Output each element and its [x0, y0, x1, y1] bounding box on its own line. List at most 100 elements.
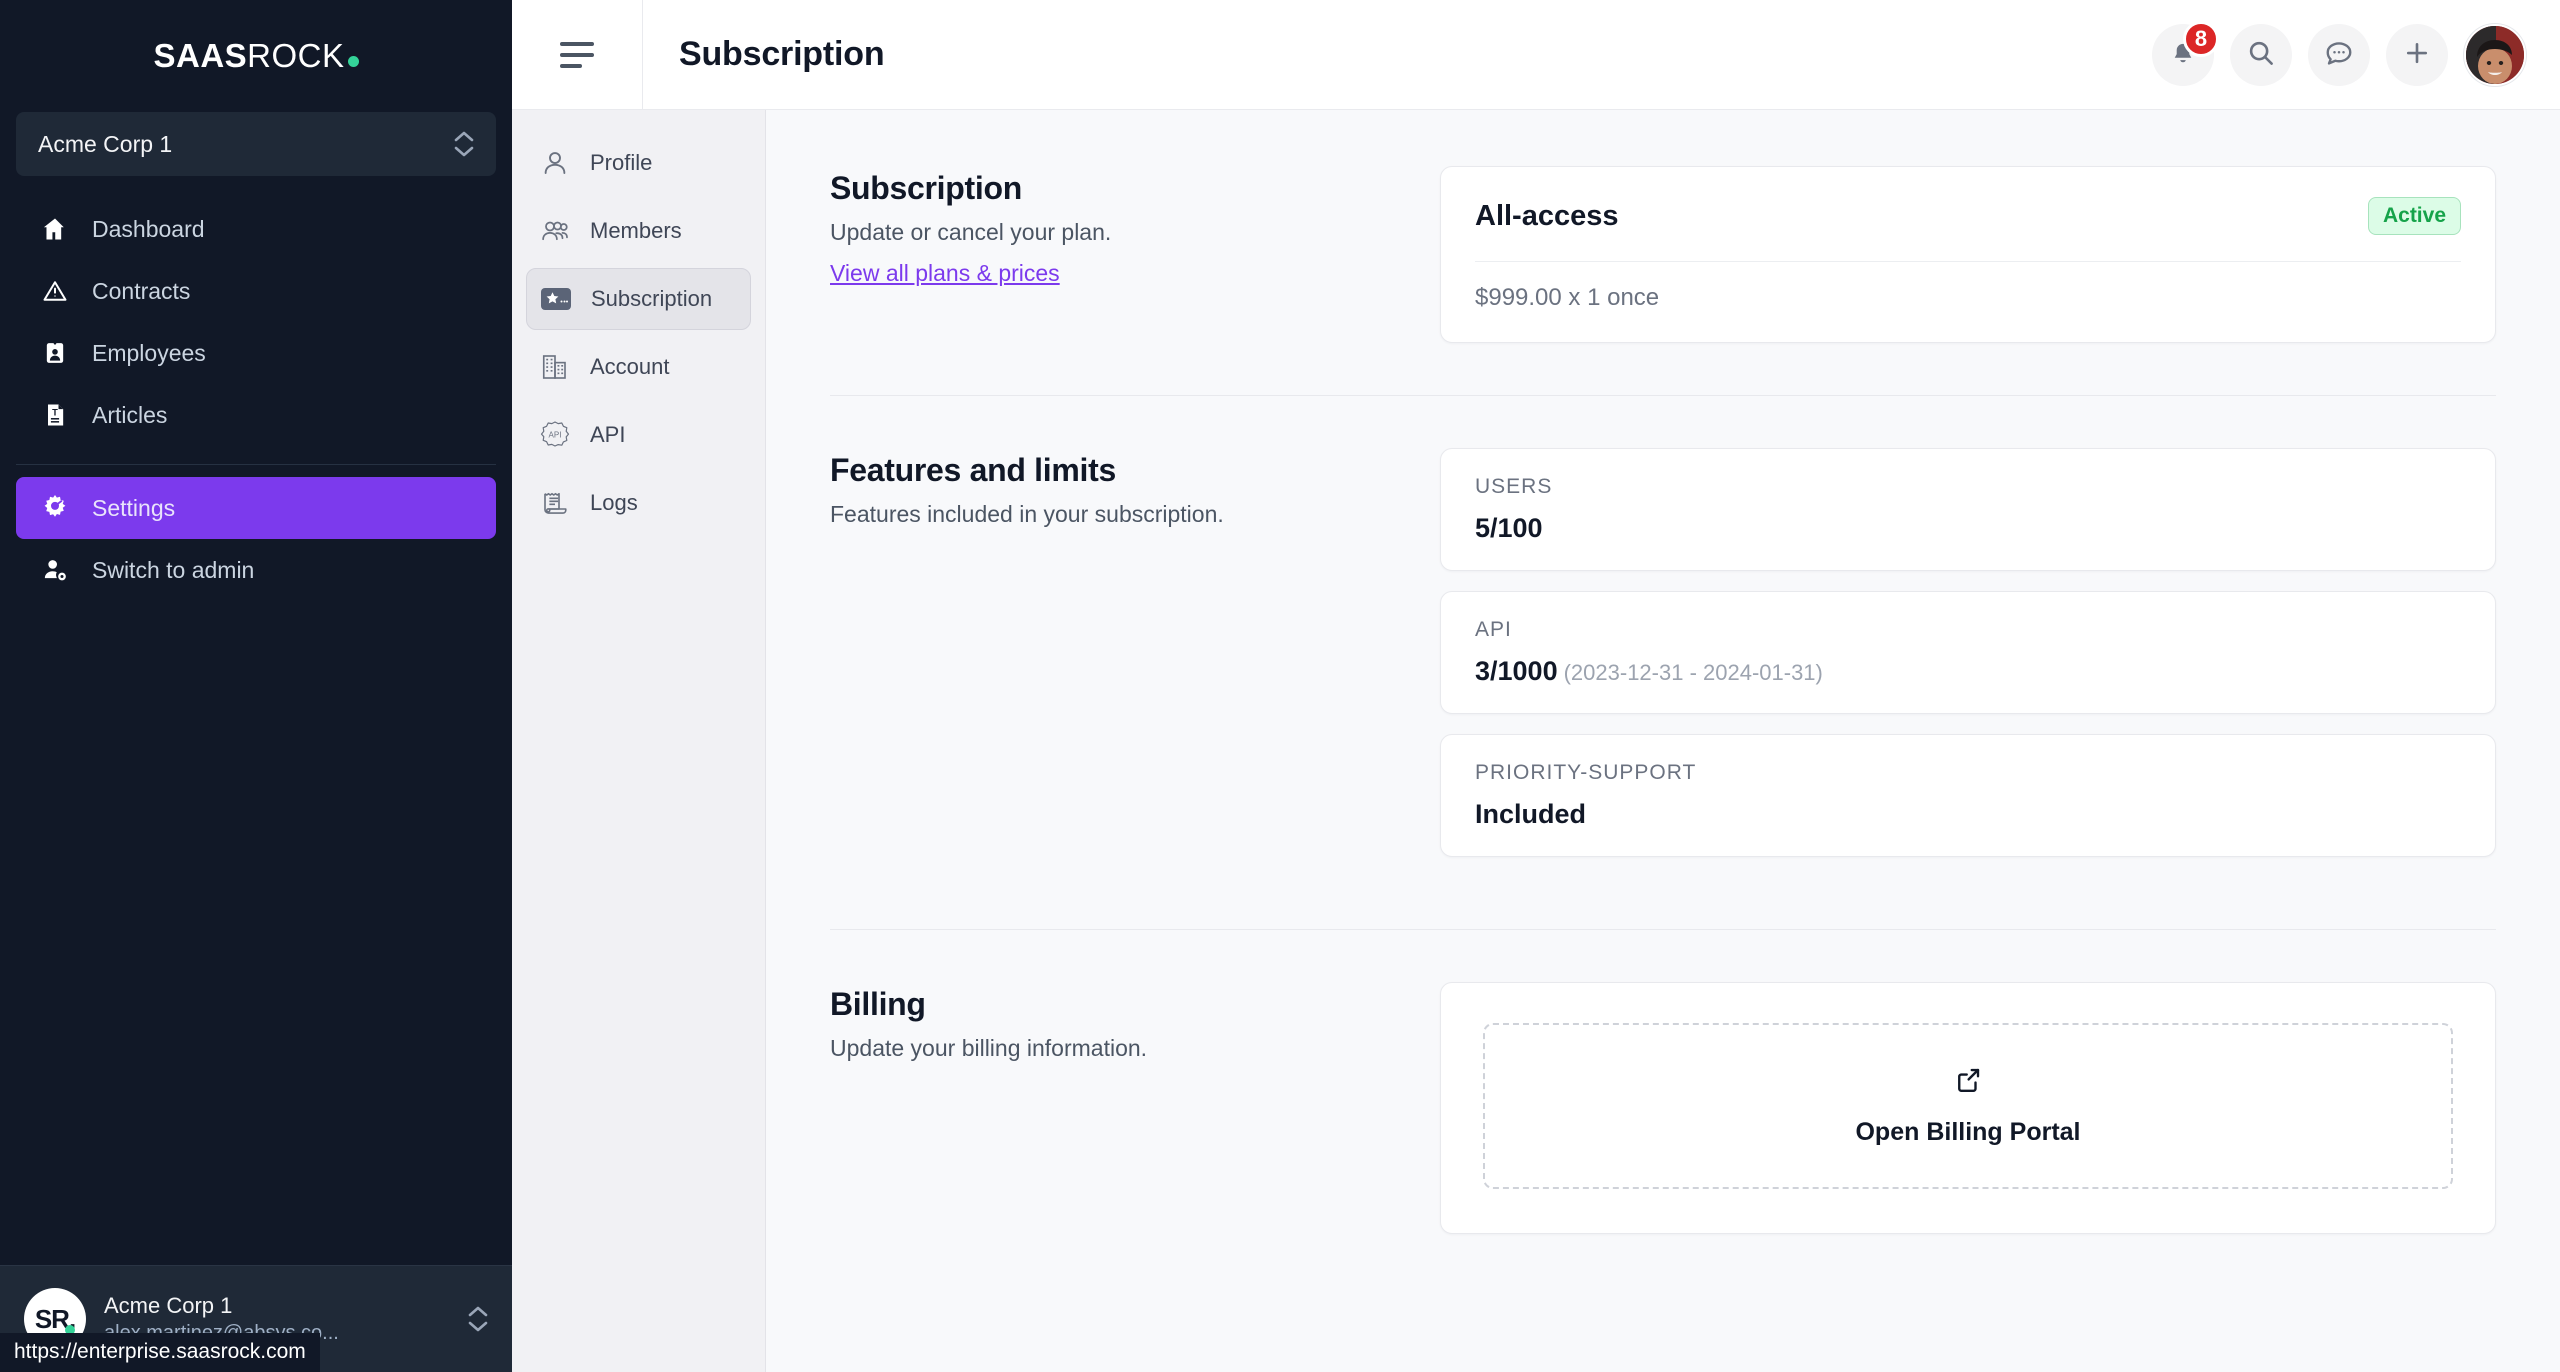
feature-value: 3/1000 (2023-12-31 - 2024-01-31) [1475, 656, 2461, 687]
billing-card: Open Billing Portal [1440, 982, 2496, 1234]
settings-item-api[interactable]: API API [526, 404, 751, 466]
brand-text: SAASROCK [153, 37, 359, 75]
section-divider [830, 395, 2496, 396]
buildings-icon [538, 350, 572, 384]
add-button[interactable] [2386, 23, 2448, 86]
workspace-name: Acme Corp 1 [38, 130, 173, 157]
sidebar-item-settings[interactable]: Settings [16, 477, 496, 539]
feature-card: USERS 5/100 [1440, 448, 2496, 571]
user-photo-avatar [2466, 25, 2524, 84]
feature-date-range: (2023-12-31 - 2024-01-31) [1563, 660, 1823, 685]
id-badge-icon [40, 338, 70, 368]
feature-label: API [1475, 618, 1512, 641]
feature-label: USERS [1475, 475, 1553, 498]
green-dot-icon [347, 56, 359, 67]
sidebar-item-employees[interactable]: Employees [16, 322, 496, 384]
settings-item-label: API [590, 422, 626, 447]
subscription-section: Subscription Update or cancel your plan.… [830, 166, 2496, 343]
status-bar-url: https://enterprise.saasrock.com [0, 1333, 320, 1372]
status-badge: Active [2367, 197, 2461, 235]
home-icon [40, 214, 70, 244]
feature-value: Included [1475, 799, 2461, 830]
notification-badge: 8 [2183, 20, 2219, 57]
top-bar: Subscription 8 [512, 0, 2560, 110]
chat-button[interactable] [2308, 23, 2370, 86]
chat-bubble-icon [2324, 38, 2354, 71]
settings-item-subscription[interactable]: Subscription [526, 268, 751, 330]
feature-amount: 5/100 [1475, 513, 1543, 543]
section-title: Subscription [830, 170, 1022, 206]
sidebar-item-articles[interactable]: T Articles [16, 384, 496, 446]
warning-triangle-icon [40, 276, 70, 306]
people-group-icon [538, 214, 572, 248]
open-billing-portal-label: Open Billing Portal [1855, 1118, 2081, 1146]
plus-icon [2402, 38, 2432, 71]
open-billing-portal-button[interactable]: Open Billing Portal [1483, 1023, 2453, 1189]
sidebar-item-label: Contracts [92, 277, 191, 304]
section-divider [830, 929, 2496, 930]
settings-content: Subscription Update or cancel your plan.… [766, 110, 2560, 1372]
sidebar-item-dashboard[interactable]: Dashboard [16, 198, 496, 260]
brand-bold: SAAS [153, 37, 248, 74]
features-section-header: Features and limits Features included in… [830, 448, 1390, 877]
card-divider [1475, 261, 2461, 262]
view-all-plans-link[interactable]: View all plans & prices [830, 260, 1060, 287]
settings-item-logs[interactable]: Logs [526, 472, 751, 534]
features-list: USERS 5/100 API 3/1000 (2023-12-31 - 2024… [1440, 448, 2496, 877]
billing-section: Billing Update your billing information.… [830, 982, 2496, 1234]
settings-item-members[interactable]: Members [526, 200, 751, 262]
settings-sidebar: Profile Members Subscription Account API… [512, 110, 766, 1372]
brand-light: ROCK [247, 37, 345, 74]
current-plan-card: All-access Active $999.00 x 1 once [1440, 166, 2496, 343]
workspace-switcher[interactable]: Acme Corp 1 [16, 112, 496, 176]
sidebar-item-label: Employees [92, 339, 206, 366]
plan-price: $999.00 x 1 once [1475, 284, 1660, 311]
section-description: Update your billing information. [830, 1035, 1148, 1061]
sidebar-item-label: Settings [92, 494, 176, 521]
page-title: Subscription [679, 35, 885, 73]
sidebar-item-contracts[interactable]: Contracts [16, 260, 496, 322]
star-badge-icon [539, 282, 573, 316]
api-badge-icon: API [538, 418, 572, 452]
settings-item-label: Members [590, 218, 682, 243]
hamburger-menu-button[interactable] [512, 0, 642, 110]
plan-name: All-access [1475, 199, 1619, 232]
feature-value: 5/100 [1475, 513, 2461, 544]
external-link-icon [1953, 1065, 1983, 1100]
app-root: SAASROCK Acme Corp 1 Dashboard Contracts [0, 0, 2560, 1372]
user-avatar-button[interactable] [2464, 23, 2526, 86]
plan-card-wrap: All-access Active $999.00 x 1 once [1440, 166, 2496, 343]
sidebar-divider [16, 464, 496, 465]
sidebar-item-label: Articles [92, 401, 168, 428]
hamburger-icon [560, 41, 594, 68]
chevron-updown-icon [454, 131, 474, 157]
brand-logo[interactable]: SAASROCK [0, 0, 512, 112]
topbar-actions: 8 [2152, 20, 2560, 86]
settings-item-profile[interactable]: Profile [526, 132, 751, 194]
main-region: Subscription 8 Profile Members Subscript… [512, 0, 2560, 1372]
section-title: Features and limits [830, 452, 1116, 488]
document-text-icon: T [40, 400, 70, 430]
primary-sidebar: SAASROCK Acme Corp 1 Dashboard Contracts [0, 0, 512, 1372]
account-name: Acme Corp 1 [104, 1293, 233, 1319]
sidebar-item-switch-to-admin[interactable]: Switch to admin [16, 539, 496, 601]
chevron-updown-icon [468, 1306, 488, 1332]
settings-item-label: Logs [590, 490, 638, 515]
feature-card: PRIORITY-SUPPORT Included [1440, 734, 2496, 857]
settings-item-label: Account [590, 354, 670, 379]
person-icon [538, 146, 572, 180]
subscription-section-header: Subscription Update or cancel your plan.… [830, 166, 1390, 343]
notifications-button[interactable]: 8 [2152, 20, 2219, 86]
settings-item-label: Subscription [591, 286, 713, 311]
feature-amount: 3/1000 [1475, 656, 1558, 686]
feature-label: PRIORITY-SUPPORT [1475, 761, 1697, 784]
billing-section-header: Billing Update your billing information. [830, 982, 1390, 1234]
billing-card-wrap: Open Billing Portal [1440, 982, 2496, 1234]
settings-item-account[interactable]: Account [526, 336, 751, 398]
section-description: Features included in your subscription. [830, 501, 1224, 527]
svg-text:T: T [52, 408, 58, 418]
search-button[interactable] [2230, 23, 2292, 86]
sidebar-item-label: Switch to admin [92, 556, 255, 583]
gear-icon [40, 493, 70, 523]
feature-amount: Included [1475, 799, 1587, 829]
